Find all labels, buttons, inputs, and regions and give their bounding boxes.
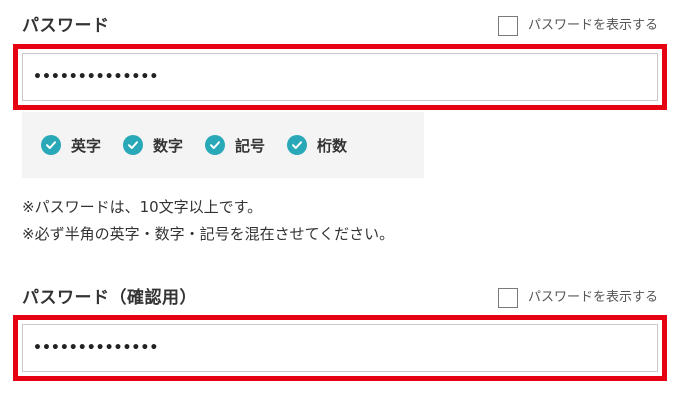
confirm-show-password-toggle[interactable]: パスワードを表示する [497, 284, 658, 312]
requirement-length: 桁数 [287, 135, 347, 156]
requirement-label: 桁数 [317, 136, 348, 155]
requirement-label: 数字 [153, 136, 184, 155]
requirement-symbols: 記号 [205, 135, 265, 156]
password-form: パスワード パスワードを表示する •••••••••••••• 英字 数字 記号 [0, 0, 684, 396]
requirement-letters: 英字 [41, 135, 101, 156]
checkmark-circle-icon [287, 135, 308, 155]
password-notes: ※パスワードは、10文字以上です。 ※必ず半角の英字・数字・記号を混在させてくだ… [22, 194, 394, 248]
confirm-password-label: パスワード（確認用） [22, 288, 197, 308]
show-password-checkbox[interactable] [497, 16, 518, 36]
show-password-label[interactable]: パスワードを表示する [528, 16, 658, 36]
password-input[interactable]: •••••••••••••• [22, 53, 658, 101]
confirm-field-header: パスワード（確認用） パスワードを表示する [22, 284, 658, 312]
password-field-header: パスワード パスワードを表示する [22, 12, 658, 40]
confirm-password-input[interactable]: •••••••••••••• [22, 324, 658, 372]
requirement-label: 記号 [235, 136, 266, 155]
show-password-toggle[interactable]: パスワードを表示する [497, 12, 658, 40]
checkmark-circle-icon [205, 135, 226, 155]
confirm-show-password-label[interactable]: パスワードを表示する [528, 288, 658, 308]
checkmark-circle-icon [41, 135, 61, 155]
password-label: パスワード [22, 16, 110, 36]
password-requirements: 英字 数字 記号 桁数 [22, 112, 424, 178]
requirement-numbers: 数字 [123, 135, 183, 156]
note-line-mix: ※必ず半角の英字・数字・記号を混在させてください。 [22, 225, 395, 243]
checkmark-circle-icon [123, 135, 144, 155]
requirement-label: 英字 [71, 136, 102, 155]
confirm-show-password-checkbox[interactable] [497, 288, 518, 308]
note-line-length: ※パスワードは、10文字以上です。 [22, 198, 263, 216]
